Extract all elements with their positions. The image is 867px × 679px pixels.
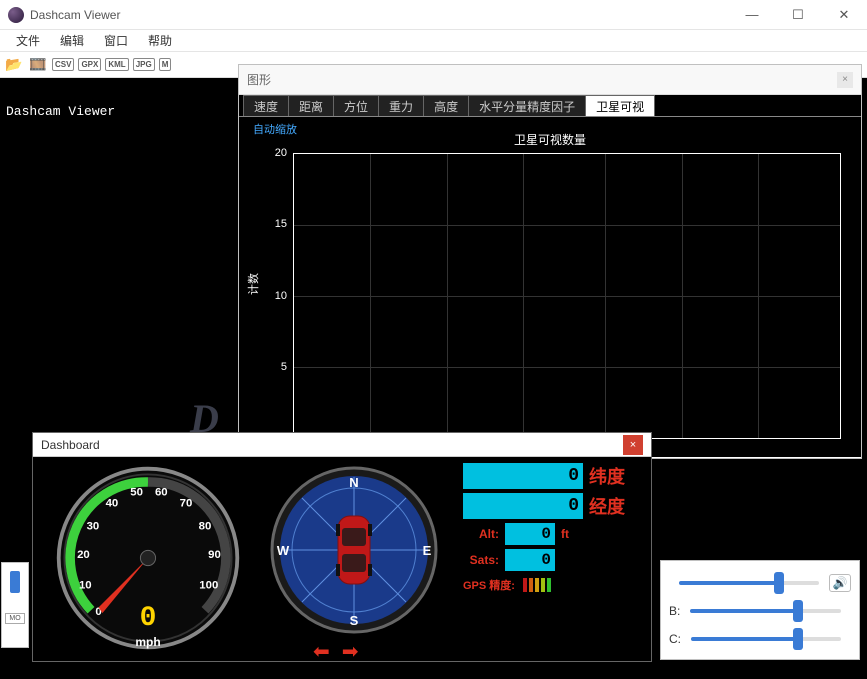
dashboard-panel: Dashboard × 01020 304050 607080 90100 0 … (32, 432, 652, 662)
graph-panel: 图形 × 速度 距离 方位 重力 高度 水平分量精度因子 卫星可视 自动缩放 卫… (238, 64, 862, 459)
longitude-value: 0 (463, 493, 583, 519)
ytick-20: 20 (275, 147, 287, 159)
arrow-left-icon[interactable]: ⬅ (313, 639, 330, 664)
latitude-label: 纬度 (583, 463, 625, 489)
sliders-panel: 🔊 B: C: (660, 560, 860, 660)
speed-digital-value: 0 (140, 603, 157, 634)
export-csv-button[interactable]: CSV (52, 58, 74, 71)
tab-speed[interactable]: 速度 (243, 95, 289, 116)
svg-text:90: 90 (208, 549, 221, 561)
ytick-15: 15 (275, 218, 287, 230)
minimize-button[interactable]: — (729, 0, 775, 29)
menu-edit[interactable]: 编辑 (50, 30, 94, 51)
open-folder-icon[interactable]: 📂 (4, 55, 24, 75)
svg-text:80: 80 (199, 521, 212, 533)
volume-slider[interactable] (679, 581, 819, 585)
menu-bar: 文件 编辑 窗口 帮助 (0, 30, 867, 52)
contrast-slider[interactable] (691, 637, 841, 641)
compass: N E S W (269, 465, 439, 635)
chart-area: 自动缩放 卫星可视数量 计数 20 15 10 5 0 (239, 117, 861, 457)
autozoom-label[interactable]: 自动缩放 (253, 121, 297, 137)
svg-text:70: 70 (180, 498, 193, 510)
window-title: Dashcam Viewer (30, 8, 729, 22)
sats-value: 0 (505, 549, 555, 571)
svg-text:S: S (350, 613, 359, 628)
close-button[interactable]: ✕ (821, 0, 867, 29)
menu-window[interactable]: 窗口 (94, 30, 138, 51)
film-icon[interactable]: 🎞️ (28, 55, 48, 75)
svg-text:E: E (423, 543, 432, 558)
menu-help[interactable]: 帮助 (138, 30, 182, 51)
mo-badge: MO (5, 613, 25, 624)
svg-text:40: 40 (106, 498, 119, 510)
mini-slider-thumb[interactable] (10, 571, 20, 593)
export-jpg-button[interactable]: JPG (133, 58, 155, 71)
svg-text:20: 20 (77, 549, 90, 561)
tab-gravity[interactable]: 重力 (378, 95, 424, 116)
alt-label: Alt: (463, 527, 505, 541)
arrow-right-icon[interactable]: ➡ (342, 639, 359, 664)
gps-accuracy-bars (523, 578, 551, 592)
svg-text:60: 60 (155, 486, 168, 498)
longitude-label: 经度 (583, 493, 625, 519)
menu-file[interactable]: 文件 (6, 30, 50, 51)
dashboard-title: Dashboard (41, 438, 100, 452)
svg-text:30: 30 (87, 521, 100, 533)
ytick-10: 10 (275, 290, 287, 302)
tab-sat-visible[interactable]: 卫星可视 (585, 95, 655, 116)
ytick-5: 5 (281, 361, 287, 373)
dashboard-close-icon[interactable]: × (623, 435, 643, 455)
chart-plot-box (293, 153, 841, 439)
svg-text:N: N (349, 475, 358, 490)
chart-title: 卫星可视数量 (514, 131, 586, 148)
app-icon (8, 7, 24, 23)
compass-arrows: ⬅ ➡ (313, 639, 359, 664)
maximize-button[interactable]: ☐ (775, 0, 821, 29)
svg-text:100: 100 (199, 579, 218, 591)
slider-b-label: B: (669, 604, 680, 618)
latitude-value: 0 (463, 463, 583, 489)
export-kml-button[interactable]: KML (105, 58, 128, 71)
speedometer: 01020 304050 607080 90100 0 mph (53, 463, 243, 653)
graph-panel-title: 图形 (247, 71, 271, 88)
tab-altitude[interactable]: 高度 (423, 95, 469, 116)
title-bar: Dashcam Viewer — ☐ ✕ (0, 0, 867, 30)
left-mini-panel: MO (1, 562, 29, 648)
slider-c-label: C: (669, 632, 681, 646)
svg-text:W: W (277, 543, 290, 558)
svg-text:10: 10 (79, 579, 92, 591)
alt-unit: ft (555, 527, 569, 541)
brightness-slider[interactable] (690, 609, 841, 613)
video-overlay-label: Dashcam Viewer (6, 104, 115, 119)
readouts: 0纬度 0经度 Alt:0ft Sats:0 GPS 精度: (463, 463, 648, 593)
speed-unit-label: mph (135, 635, 160, 649)
svg-text:50: 50 (130, 486, 143, 498)
export-gpx-button[interactable]: GPX (78, 58, 101, 71)
chart-ylabel: 计数 (245, 273, 261, 295)
export-m-button[interactable]: M (159, 58, 172, 71)
graph-tabs: 速度 距离 方位 重力 高度 水平分量精度因子 卫星可视 (239, 95, 861, 117)
speaker-icon[interactable]: 🔊 (829, 574, 851, 592)
gps-label: GPS 精度: (463, 577, 515, 593)
tab-hdop[interactable]: 水平分量精度因子 (468, 95, 586, 116)
tab-distance[interactable]: 距离 (288, 95, 334, 116)
graph-panel-close-icon[interactable]: × (837, 72, 853, 88)
alt-value: 0 (505, 523, 555, 545)
tab-bearing[interactable]: 方位 (333, 95, 379, 116)
sats-label: Sats: (463, 553, 505, 567)
